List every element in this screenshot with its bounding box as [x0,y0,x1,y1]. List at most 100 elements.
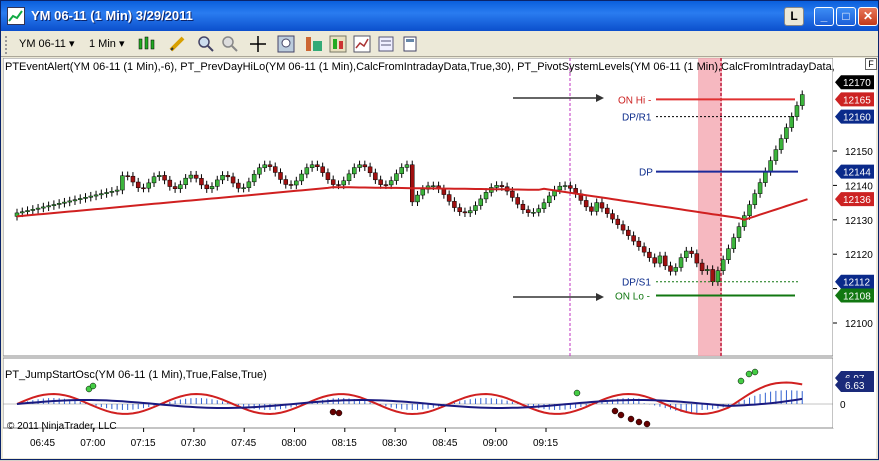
candle-body [378,179,383,185]
candle-body [499,185,505,188]
candle-body [410,164,415,203]
candle-body [705,269,710,271]
strategies-icon[interactable] [329,35,347,53]
link-button[interactable]: L [784,7,804,26]
crosshair-icon[interactable] [249,35,267,53]
minimize-button[interactable]: _ [814,7,834,26]
candle-body [272,166,278,173]
candle-body [547,195,552,204]
candle-body [757,182,763,194]
signal-dot [89,382,97,390]
candle-body [657,255,663,264]
candle-body [778,138,784,150]
price-tag-label: 12112 [843,278,871,289]
time-axis-label: 08:30 [382,438,407,449]
price-axis-label: 12130 [845,216,873,227]
candle-body [710,269,715,282]
candle-body [536,208,541,213]
osc-tag: 6.63 [835,378,874,392]
candle-body [146,182,151,189]
candle-body [125,175,130,177]
interval-label: 1 Min [89,38,116,50]
zoom-in-icon[interactable] [197,35,215,53]
format-button[interactable]: F [865,58,877,70]
candle-body [531,212,536,214]
candle-body [56,203,62,205]
candle-body [620,224,626,231]
candle-body [736,226,742,238]
candle-body [404,164,410,168]
candle-body [309,164,315,168]
candle-body [452,201,457,208]
candle-body [462,211,468,214]
candle-body [583,200,589,208]
candle-body [341,180,346,186]
price-tag: 12136 [835,192,874,207]
candle-body [367,166,373,174]
candle-body [130,175,136,183]
window-title: YM 06-11 (1 Min) 3/29/2011 [31,8,193,23]
candle-body [157,175,162,177]
candle-body [77,198,83,200]
chevron-down-icon: ▾ [118,38,125,50]
price-axis-label: 12120 [845,250,873,261]
toolbar-grip [5,36,9,54]
candle-body [30,209,36,211]
instrument-selector[interactable]: YM 06-11 ▾ [19,36,74,52]
candle-body [525,209,531,213]
candle-body [715,270,721,282]
candle-body [794,105,800,117]
candle-body [99,193,104,196]
candle-body [731,237,736,249]
drawing-pencil-icon[interactable] [168,35,186,53]
time-axis-label: 07:30 [181,438,206,449]
chart-panel[interactable]: ON Hi - DP/R1 DP DP/S1 ON Lo - 12150 12140 1213… [2,57,876,458]
candle-body [420,189,426,196]
candle-body [557,185,563,191]
candle-body [467,210,473,214]
chevron-down-icon: ▾ [68,38,75,50]
templates-icon[interactable] [377,35,395,53]
candle-body [120,175,125,191]
price-axis-label: 12150 [845,147,873,158]
candle-body [283,179,289,185]
osc-tag-label: 6.63 [845,381,865,392]
candle-body [494,185,499,188]
title-bar[interactable]: YM 06-11 (1 Min) 3/29/2011 L _ □ ✕ [1,1,878,31]
maximize-button[interactable]: □ [836,7,856,26]
time-axis-label: 08:00 [282,438,307,449]
candle-body [188,174,194,179]
candle-body [304,167,310,175]
candle-body [278,172,283,180]
candle-body [510,190,515,198]
candle-body [726,248,731,260]
interval-selector[interactable]: 1 Min ▾ [89,36,125,52]
data-box-icon[interactable] [277,35,295,53]
candle-body [742,215,747,227]
candle-body [568,185,573,189]
level-label: ON Hi - [618,95,651,106]
candle-body [647,251,652,258]
print-icon[interactable] [401,35,419,53]
candle-body [668,265,673,272]
price-tag: 12112 [835,274,874,289]
candle-body [93,194,99,197]
zoom-out-icon[interactable] [221,35,239,53]
candle-body [178,184,183,190]
copyright-text: © 2011 NinjaTrader, LLC [7,421,117,432]
candle-body [172,186,178,190]
candle-body [257,167,262,175]
candle-body [789,116,794,128]
chart-canvas[interactable]: ON Hi - DP/R1 DP DP/S1 ON Lo - 12150 12140 1213… [2,57,876,458]
candle-body [346,173,352,182]
candle-body [604,207,610,214]
signal-dot [635,418,643,426]
time-axis-label: 07:45 [231,438,256,449]
bar-type-icon[interactable] [137,35,155,53]
chart-properties-icon[interactable] [353,35,371,53]
indicators-icon[interactable] [305,35,323,53]
candle-body [204,184,209,190]
candle-body [483,192,489,200]
candle-body [109,190,115,193]
close-button[interactable]: ✕ [858,7,878,26]
